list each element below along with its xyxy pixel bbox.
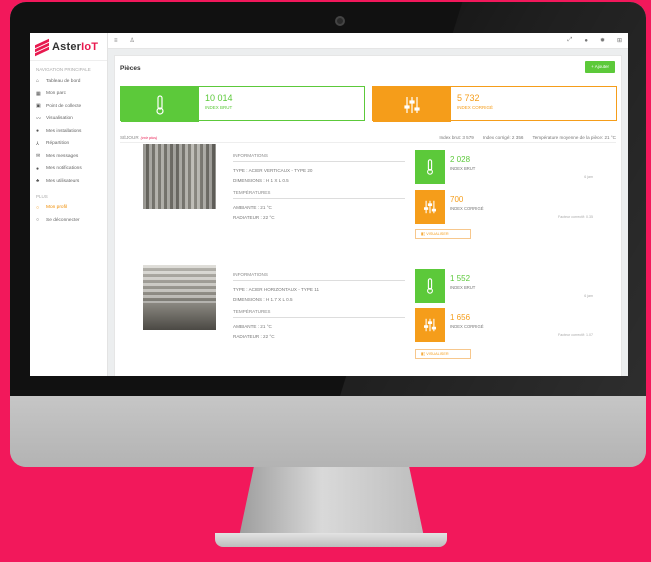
see-more-link[interactable]: (voir plus) <box>141 136 158 140</box>
user-circle-icon: ○ <box>36 204 40 211</box>
thermometer-icon <box>415 269 445 303</box>
info-heading: INFORMATIONS <box>233 272 405 281</box>
menu-icon[interactable]: ≡ <box>114 38 118 44</box>
index-corrige-label: INDEX CORRIGÉ <box>450 324 484 329</box>
grid-icon: ▦ <box>36 90 41 97</box>
ambient-temperature: AMBIANTE : 21 °C <box>233 324 272 329</box>
sidebar-item-dashboard[interactable]: ⌂ Tableau de bord <box>30 75 107 88</box>
summary-corrige-label: INDEX CORRIGÉ <box>457 105 494 110</box>
monitor-chin <box>10 396 646 467</box>
summary-corrige-value: 5 732 <box>457 93 480 103</box>
brand-name: AsterIoT <box>52 40 99 53</box>
radiator-index-corrige-card: 700 INDEX CORRIGÉ Facteur correctif: 0.3… <box>415 190 597 224</box>
room-stat-index-corrige: Index corrigé: 2 356 <box>482 135 524 140</box>
sidebar-item-park[interactable]: ▦ Mon parc <box>30 88 107 101</box>
radiator-temperature: RADIATEUR : 22 °C <box>233 334 275 339</box>
sidebar-item-logout[interactable]: ○ Se déconnecter <box>30 214 107 227</box>
nav-heading: NAVIGATION PRINCIPALE <box>36 67 91 72</box>
main-panel: Pièces + Ajouter 10 014 INDEX BRUT 5 732… <box>114 55 622 376</box>
sliders-icon <box>373 87 451 122</box>
sidebar-item-profile[interactable]: ○ Mon profil <box>30 202 107 215</box>
index-brut-value: 1 552 <box>450 274 471 283</box>
users-icon: ♣ <box>36 178 40 185</box>
sidebar-item-visualisation[interactable]: 〰 Visualisation <box>30 113 107 126</box>
index-brut-sub: 6 jam <box>584 294 593 298</box>
bell-icon[interactable]: ● <box>584 38 588 44</box>
sliders-icon <box>415 308 445 342</box>
installations-icon: ● <box>36 128 40 135</box>
home-icon: ⌂ <box>36 78 40 85</box>
collect-point-icon: ▣ <box>36 103 41 110</box>
radiator-index-corrige-card: 1 656 INDEX CORRIGÉ Facteur correctif: 1… <box>415 308 597 342</box>
webcam <box>335 16 345 26</box>
summary-brut-label: INDEX BRUT <box>205 105 233 110</box>
room-stat-temperature: Température moyenne de la pièce: 21 °C <box>532 135 616 140</box>
radiator-type: TYPE : ACIER HORIZONTAUX - TYPE 11 <box>233 287 320 292</box>
radiator-photo <box>143 265 216 330</box>
summary-index-corrige: 5 732 INDEX CORRIGÉ <box>372 86 617 122</box>
ambient-temperature: AMBIANTE : 21 °C <box>233 205 272 210</box>
add-button[interactable]: + Ajouter <box>585 61 615 73</box>
sidebar-item-installations[interactable]: ● Mes installations <box>30 125 107 138</box>
sidebar: AsterIoT NAVIGATION PRINCIPALE ⌂ Tableau … <box>30 33 108 376</box>
radiator-temperature: RADIATEUR : 22 °C <box>233 215 275 220</box>
brand-logo[interactable]: AsterIoT <box>30 33 107 61</box>
radiator-dimensions: DIMENSIONS : H 1 X L 0.5 <box>233 178 289 183</box>
visualize-button[interactable]: ▮▯ VISUALISER <box>415 349 471 359</box>
sitemap-icon: ⅄ <box>36 140 40 147</box>
radiator-index-brut-card: 2 028 INDEX BRUT 6 jam <box>415 150 597 184</box>
user-icon[interactable]: ♙ <box>130 37 135 44</box>
sidebar-item-messages[interactable]: ✉ Mes messages <box>30 150 107 163</box>
temperatures-heading: TEMPÉRATURES <box>233 309 405 318</box>
topbar: ≡ ♙ ⤢ ● ✹ ⊞ <box>108 33 628 49</box>
index-corrige-label: INDEX CORRIGÉ <box>450 206 484 211</box>
radiator-dimensions: DIMENSIONS : H 1.7 X L 0.5 <box>233 297 293 302</box>
room-stat-index-brut: Index brut: 3 579 <box>439 135 474 140</box>
sidebar-item-repartition[interactable]: ⅄ Répartition <box>30 138 107 151</box>
radiator-index-brut-card: 1 552 INDEX BRUT 6 jam <box>415 269 597 303</box>
app-screen: AsterIoT NAVIGATION PRINCIPALE ⌂ Tableau … <box>30 33 628 376</box>
radiator-photo <box>143 144 216 209</box>
index-brut-label: INDEX BRUT <box>450 166 476 171</box>
summary-brut-value: 10 014 <box>205 93 233 103</box>
room-header: SÉJOUR (voir plus) Index brut: 3 579 Ind… <box>120 133 616 143</box>
logo-mark-icon <box>35 38 49 56</box>
temperatures-heading: TEMPÉRATURES <box>233 190 405 199</box>
visualize-button[interactable]: ▮▯ VISUALISER <box>415 229 471 239</box>
gear-icon[interactable]: ✹ <box>600 37 605 44</box>
index-brut-label: INDEX BRUT <box>450 285 476 290</box>
power-icon: ○ <box>36 217 40 224</box>
thermometer-icon <box>415 150 445 184</box>
bell-icon: ● <box>36 165 40 172</box>
envelope-icon: ✉ <box>36 153 41 160</box>
radiator-info: INFORMATIONS TYPE : ACIER VERTICAUX - TY… <box>233 153 405 223</box>
thermometer-icon <box>121 87 199 122</box>
index-brut-value: 2 028 <box>450 155 471 164</box>
info-heading: INFORMATIONS <box>233 153 405 162</box>
sidebar-item-users[interactable]: ♣ Mes utilisateurs <box>30 175 107 188</box>
room-name: SÉJOUR <box>120 135 139 140</box>
correction-factor: Facteur correctif: 1.07 <box>558 333 593 337</box>
index-brut-sub: 6 jam <box>584 175 593 179</box>
sliders-icon <box>415 190 445 224</box>
radiator-type: TYPE : ACIER VERTICAUX - TYPE 20 <box>233 168 313 173</box>
sidebar-item-collect-point[interactable]: ▣ Point de collecte <box>30 100 107 113</box>
nav-heading-plus: PLUS <box>36 193 48 199</box>
grid-icon[interactable]: ⊞ <box>617 37 622 44</box>
correction-factor: Facteur correctif: 0.35 <box>558 215 593 219</box>
summary-index-brut: 10 014 INDEX BRUT <box>120 86 365 122</box>
sidebar-item-notifications[interactable]: ● Mes notifications <box>30 163 107 176</box>
stand-foot <box>215 533 447 547</box>
chart-line-icon: 〰 <box>36 116 42 123</box>
radiator-info: INFORMATIONS TYPE : ACIER HORIZONTAUX - … <box>233 272 405 342</box>
page-title: Pièces <box>120 65 141 72</box>
index-corrige-value: 1 656 <box>450 313 471 322</box>
index-corrige-value: 700 <box>450 195 464 204</box>
expand-icon[interactable]: ⤢ <box>568 37 573 44</box>
stand-neck <box>239 467 424 537</box>
